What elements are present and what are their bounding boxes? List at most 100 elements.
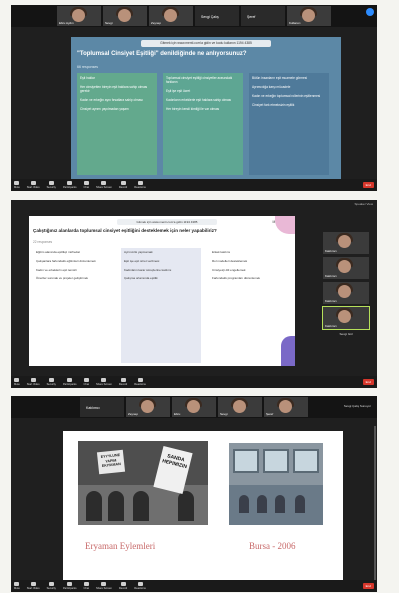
participant-tile[interactable]: Zeynep <box>149 6 193 26</box>
decorative-shape <box>281 336 295 366</box>
gallery-view-icon[interactable] <box>366 8 374 16</box>
participant-tile[interactable]: Zeynep <box>126 397 170 417</box>
participant-tile[interactable]: Şeref <box>264 397 308 417</box>
response-text: Eşit haklar <box>80 76 95 80</box>
record-button[interactable]: Record <box>119 181 127 189</box>
record-button[interactable]: Record <box>119 378 127 386</box>
slide-question: Çalıştığınız alanlarda toplumsal cinsiye… <box>33 228 217 233</box>
participant-tile[interactable]: Katılımcı <box>323 232 369 254</box>
response-text: Kadınların erkeklerle eşit haklara sahip… <box>166 98 232 102</box>
mute-button[interactable]: Mute <box>14 378 20 386</box>
response-count: 22 responses <box>33 240 53 244</box>
mute-button[interactable]: Mute <box>14 582 20 590</box>
bus-photo <box>229 443 323 525</box>
camera-icon <box>30 378 36 382</box>
response-column: Ayrımcılık yapmamak Eşit işe eşit ücret … <box>121 248 201 363</box>
menti-url-bar: Gitmek için www.menti.com'a gidin ve kod… <box>141 40 271 47</box>
video-button[interactable]: Start Video <box>27 181 40 189</box>
presenter-label: Sevgi Çalış Sunuyor <box>343 404 371 408</box>
participant-tile[interactable]: Katılımcı <box>323 282 369 304</box>
zoom-window-1: Ebru Aydın Sevgi Zeynep Sevgi Çalış Şere… <box>11 5 377 191</box>
protest-sign: EYYYLUNE YAPIM EKIYAMAN <box>96 449 126 475</box>
response-column: Eğitim alanında eşitlikçi müfredat Çalış… <box>33 248 113 363</box>
share-screen-button[interactable]: Share Screen <box>96 181 112 189</box>
participants-button[interactable]: Participants <box>63 181 77 189</box>
chat-button[interactable]: Chat <box>84 181 89 189</box>
record-icon <box>120 378 126 382</box>
response-text: Her bireyin kendi kimliği ile var olması <box>166 107 220 111</box>
bus-window <box>233 449 259 473</box>
reactions-button[interactable]: Reactions <box>134 181 146 189</box>
participant-tile[interactable]: Sevgi Çalış <box>195 6 239 26</box>
person <box>133 491 149 521</box>
meeting-controls: Mute Start Video Security Participants C… <box>11 580 377 592</box>
response-text: Cinsiyetçi dili engellemek <box>212 267 246 272</box>
person <box>295 495 305 513</box>
record-button[interactable]: Record <box>119 582 127 590</box>
response-column: Toplumsal cinsiyet eşitliği cinsiyetler … <box>163 73 243 175</box>
camera-icon <box>30 582 36 586</box>
share-screen-button[interactable]: Share Screen <box>96 582 112 590</box>
participants-button[interactable]: Participants <box>63 582 77 590</box>
participant-tile[interactable]: Ebru <box>172 397 216 417</box>
person <box>108 491 124 521</box>
meeting-controls: Mute Start Video Security Participants C… <box>11 179 377 191</box>
smile-icon <box>137 582 143 586</box>
response-text: Cinsiyet fark etmeksizin eşitlik <box>252 103 295 107</box>
chat-button[interactable]: Chat <box>84 582 89 590</box>
reactions-button[interactable]: Reactions <box>134 582 146 590</box>
security-button[interactable]: Security <box>47 378 56 386</box>
photo-caption: Eryaman Eylemleri <box>85 541 156 551</box>
participant-tile[interactable]: Katılımcı <box>323 257 369 279</box>
video-button[interactable]: Start Video <box>27 582 40 590</box>
participants-button[interactable]: Participants <box>63 378 77 386</box>
participant-tile[interactable]: Ebru Aydın <box>57 6 101 26</box>
response-text: Cinsiyet ayrımı yapılmadan yaşam <box>80 107 129 111</box>
response-column: Erkek katılımı Rol modelleri desteklemek… <box>209 248 289 363</box>
speaker-name: Sevgi Gül <box>339 332 353 336</box>
participant-tile[interactable]: Sevgi <box>218 397 262 417</box>
view-mode-label[interactable]: Speaker View <box>355 202 373 206</box>
scrollbar[interactable] <box>374 426 376 586</box>
end-meeting-button[interactable]: End <box>362 379 374 385</box>
chat-button[interactable]: Chat <box>84 378 89 386</box>
response-text: Toplumsal cinsiyet eşitliği cinsiyetler … <box>166 76 233 84</box>
response-column: Bütün insanların eşit muamele görmesi Ay… <box>249 73 329 175</box>
microphone-icon <box>14 181 20 185</box>
zoom-window-3: Katılımcı Zeynep Ebru Sevgi Şeref Sevgi … <box>11 396 377 592</box>
response-text: Çalışma ortamında eşitlik <box>124 276 158 281</box>
shared-slide: EYYYLUNE YAPIM EKIYAMAN SANDA HEPIMIZIN … <box>63 431 343 581</box>
security-button[interactable]: Security <box>47 582 56 590</box>
protest-photo: EYYYLUNE YAPIM EKIYAMAN SANDA HEPIMIZIN <box>78 441 208 525</box>
participant-tile[interactable]: Şeref <box>241 6 285 26</box>
chat-icon <box>83 181 89 185</box>
end-meeting-button[interactable]: End <box>362 182 374 188</box>
menti-url-bar: Gitmek için www.menti.com'a gidin 1194 4… <box>117 219 217 225</box>
share-screen-button[interactable]: Share Screen <box>96 378 112 386</box>
mute-button[interactable]: Mute <box>14 181 20 189</box>
participant-tile[interactable]: Katılımcı <box>80 397 124 417</box>
video-button[interactable]: Start Video <box>27 378 40 386</box>
chat-icon <box>83 582 89 586</box>
response-text: Eşit işe eşit ücret verilmesi <box>124 258 160 263</box>
end-meeting-button[interactable]: End <box>362 583 374 589</box>
active-speaker-tile[interactable]: Katılımcı <box>322 306 370 330</box>
response-text: Ayrımcılık yapmamak <box>124 250 153 254</box>
response-text: Ayrımcılığa karşı mücadele <box>252 85 291 89</box>
person <box>239 495 249 513</box>
people-icon <box>67 378 73 382</box>
chat-icon <box>83 378 89 382</box>
participant-strip: Katılımcı Zeynep Ebru Sevgi Şeref <box>11 396 377 418</box>
microphone-icon <box>14 582 20 586</box>
record-icon <box>120 181 126 185</box>
record-icon <box>120 582 126 586</box>
person <box>275 495 285 513</box>
participant-tile[interactable]: Sevgi <box>103 6 147 26</box>
shared-slide: Gitmek için www.menti.com'a gidin 1194 4… <box>29 216 295 366</box>
participant-tile[interactable]: Kullanıcı <box>287 6 331 26</box>
security-button[interactable]: Security <box>47 181 56 189</box>
person <box>257 495 267 513</box>
response-text: Kadın ve erkeğin aynı fırsatlara sahip o… <box>80 98 143 102</box>
response-text: Kadın ve erkeğin toplumsal rollerinin eş… <box>252 94 321 98</box>
reactions-button[interactable]: Reactions <box>134 378 146 386</box>
